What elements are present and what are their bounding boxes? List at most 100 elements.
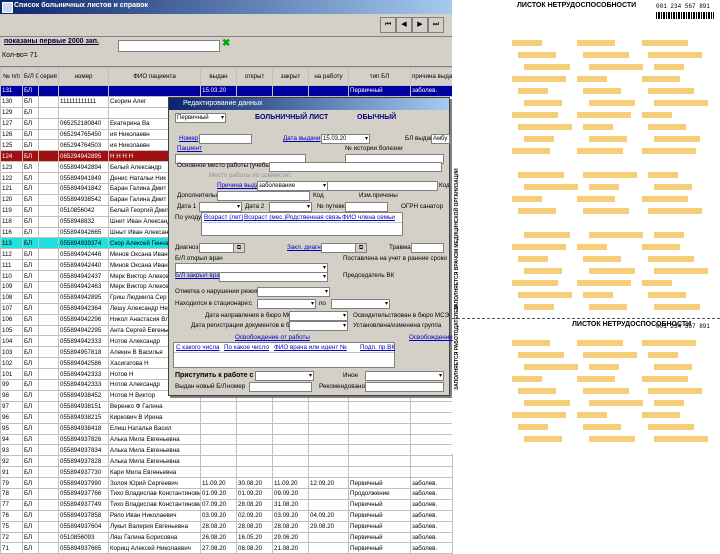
table-row[interactable]: 76 БЛ 055894937858 Ряпо Иван Николаевич 03.0…: [0, 509, 453, 522]
issue-date-field[interactable]: 15.03.20: [321, 134, 370, 144]
additional-field[interactable]: [217, 191, 310, 201]
table-cell: БЛ: [22, 542, 39, 554]
first-record-button[interactable]: ⏮: [380, 17, 396, 33]
hospital-from-field[interactable]: [257, 299, 316, 309]
table-row[interactable]: 96 БЛ 055894938215 Киркович В Ирина: [0, 411, 453, 424]
column-header[interactable]: Б/Л С/Л: [22, 67, 39, 86]
last-record-button[interactable]: ⏭: [428, 17, 444, 33]
table-row[interactable]: 79 БЛ 055894937990 Золоя Юрий Сергеевич 11.0…: [0, 477, 453, 489]
toolbar: ⏮ ◀ ▶ ⏭: [0, 14, 452, 37]
other-select[interactable]: [365, 371, 444, 381]
form-field-box: [642, 280, 672, 286]
column-header[interactable]: выдан: [200, 67, 237, 86]
table-cell: [38, 172, 59, 185]
mse-referral-field[interactable]: [289, 311, 348, 321]
table-cell: 055894937858: [58, 509, 109, 522]
clear-filter-icon[interactable]: ✖: [222, 38, 234, 50]
table-cell: 116: [0, 226, 23, 239]
table-cell: БЛ: [22, 422, 39, 435]
closed-by-label[interactable]: Б/Л закрыл врач: [175, 272, 223, 279]
next-record-button[interactable]: ▶: [412, 17, 428, 33]
table-row[interactable]: 92 БЛ 055894937828 Алька Мила Евгеньевна: [0, 455, 453, 468]
table-cell: [38, 389, 59, 402]
diagnosis-lookup-button[interactable]: ⧉: [233, 243, 245, 253]
trauma-field[interactable]: [411, 243, 444, 253]
voucher-field[interactable]: [345, 202, 388, 212]
table-cell: [38, 422, 59, 435]
form-field-box: [654, 64, 684, 70]
column-header[interactable]: на работу: [308, 67, 349, 86]
form-field-box: [648, 292, 686, 298]
column-header[interactable]: № п/п: [0, 67, 23, 86]
table-row[interactable]: 131 БЛ 15.03.20 Первичный заболев.: [0, 85, 453, 97]
reason-extra[interactable]: [327, 181, 438, 191]
form-field-box: [589, 364, 619, 370]
table-cell: БЛ: [22, 433, 39, 446]
number-label[interactable]: Номер: [179, 135, 198, 142]
recommended-field[interactable]: [365, 382, 444, 392]
table-cell: 95: [0, 422, 23, 435]
table-cell: заболев.: [410, 498, 453, 511]
column-header[interactable]: серия: [38, 67, 59, 86]
column-header[interactable]: тип БЛ: [348, 67, 411, 86]
table-cell: 97: [0, 400, 23, 413]
table-cell: [38, 368, 59, 381]
issue-date-label[interactable]: Дата выдачи: [283, 135, 320, 142]
table-cell: 78: [0, 487, 23, 500]
table-cell: [348, 422, 411, 435]
table-cell: Первичный: [348, 509, 411, 522]
table-row[interactable]: 97 БЛ 055894938151 Веренко Ф Галина: [0, 400, 453, 413]
filter-input[interactable]: [118, 40, 220, 52]
care-table[interactable]: Возраст (лет) Возраст (мес.) Родственная…: [201, 212, 403, 236]
date2-field[interactable]: [269, 202, 312, 212]
prev-record-button[interactable]: ◀: [396, 17, 412, 33]
date1-field[interactable]: [199, 202, 242, 212]
column-header[interactable]: ФИО пациента: [108, 67, 201, 86]
final-diagnosis-lookup-button[interactable]: ⧉: [355, 243, 367, 253]
closed-by-select[interactable]: [219, 272, 328, 282]
table-cell: 120: [0, 193, 23, 206]
diagnosis-field[interactable]: [199, 243, 234, 253]
return-to-work-field[interactable]: [255, 371, 314, 381]
column-header[interactable]: причина выдачи: [410, 67, 453, 86]
table-cell: БЛ: [22, 270, 39, 283]
table-row[interactable]: 71 БЛ 055894937665 Корищ Алексей Николаевич…: [0, 542, 453, 554]
type-select[interactable]: Первичный: [175, 113, 226, 123]
table-row[interactable]: 77 БЛ 055894937749 Тихо Владислав Константи…: [0, 498, 453, 511]
hospital-to-field[interactable]: [331, 299, 390, 309]
table-row[interactable]: 78 БЛ 055894937766 Тихо Владислав Константи…: [0, 487, 453, 500]
form-field-box: [577, 376, 615, 382]
table-cell: 065252180840: [58, 117, 109, 130]
new-number-field[interactable]: [249, 382, 312, 392]
number-field[interactable]: [199, 134, 252, 144]
table-cell: [308, 455, 349, 468]
table-row[interactable]: 93 БЛ 055894937834 Алька Мила Евгеньевна: [0, 444, 453, 457]
main-work-field[interactable]: [269, 162, 442, 172]
table-cell: [38, 411, 59, 424]
table-row[interactable]: 94 БЛ 055894937826 Алька Мила Евгеньевна: [0, 433, 453, 446]
patient-label[interactable]: Пациент: [177, 145, 202, 152]
column-header[interactable]: закрыт: [272, 67, 309, 86]
reason-select[interactable]: заболевание: [257, 181, 328, 191]
column-header[interactable]: номер: [58, 67, 109, 86]
table-cell: БЛ: [22, 106, 39, 119]
table-cell: [38, 85, 59, 97]
table-cell: БЛ: [22, 477, 39, 489]
table-cell: БЛ: [22, 455, 39, 468]
mse-registration-field[interactable]: [289, 321, 348, 331]
table-row[interactable]: 72 БЛ 0510856093 Ляш Галина Борисовна 26.08.…: [0, 531, 453, 544]
issued-by-field[interactable]: Амбу: [431, 134, 450, 144]
form-field-box: [589, 304, 627, 310]
release-table[interactable]: С какого числа По какое число ФИО врача …: [173, 342, 395, 368]
table-row[interactable]: 75 БЛ 055894937604 Лукьп Валерия Евгеньевна…: [0, 520, 453, 533]
column-header[interactable]: открыт: [236, 67, 273, 86]
table-row[interactable]: 95 БЛ 055894938418 Елиш Наталья Васил: [0, 422, 453, 435]
table-cell: 21.08.20: [272, 542, 309, 554]
final-diagnosis-field[interactable]: [321, 243, 356, 253]
table-cell: БЛ: [22, 95, 39, 108]
table-cell: БЛ: [22, 259, 39, 272]
table-row[interactable]: 91 БЛ 055894937730 Кари Мила Евгеньевна: [0, 466, 453, 479]
form-field-box: [512, 112, 558, 118]
regime-violation-select[interactable]: [257, 287, 330, 297]
dialog-title: Редактирование данных: [183, 100, 263, 107]
